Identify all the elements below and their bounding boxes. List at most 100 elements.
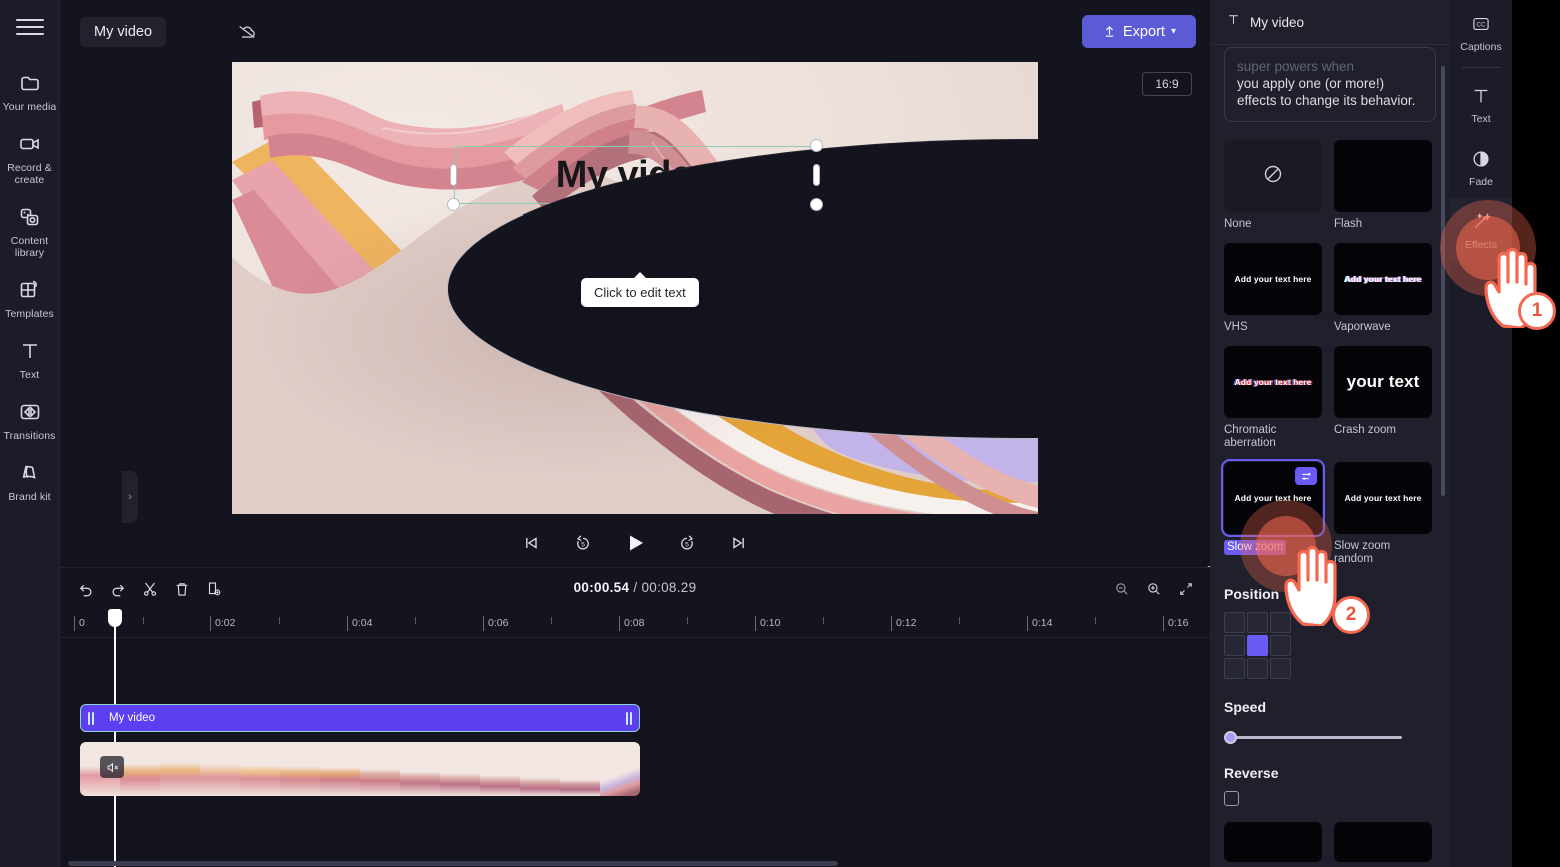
- collapse-left-panel-button[interactable]: ›: [122, 471, 138, 523]
- tab-label: Fade: [1469, 176, 1493, 188]
- properties-panel-scrollbar[interactable]: [1441, 66, 1445, 496]
- effect-thumbnail[interactable]: your text: [1334, 346, 1432, 418]
- position-cell-7[interactable]: [1247, 658, 1268, 679]
- position-cell-4[interactable]: [1247, 635, 1268, 656]
- position-cell-1[interactable]: [1247, 612, 1268, 633]
- sidebar-item-your-media[interactable]: Your media: [0, 60, 60, 121]
- position-cell-2[interactable]: [1270, 612, 1291, 633]
- export-button[interactable]: Export ▾: [1082, 15, 1196, 48]
- position-cell-0[interactable]: [1224, 612, 1245, 633]
- export-label: Export: [1123, 23, 1165, 40]
- no-effect-icon: [1261, 162, 1285, 191]
- playhead[interactable]: [108, 609, 122, 867]
- effect-thumbnail[interactable]: [1224, 140, 1322, 212]
- sidebar-item-text[interactable]: Text: [0, 328, 60, 389]
- clip-trim-handle-right[interactable]: [624, 709, 634, 727]
- sidebar-item-brand-kit[interactable]: Brand kit: [0, 450, 60, 511]
- effect-thumbnail[interactable]: Add your text here: [1334, 243, 1432, 315]
- skip-previous-icon[interactable]: [516, 528, 546, 558]
- resize-handle-bottom-right[interactable]: [810, 198, 823, 211]
- resize-handle-left[interactable]: [450, 164, 457, 186]
- skip-next-icon[interactable]: [724, 528, 754, 558]
- sidebar-item-label: Templates: [5, 308, 54, 320]
- effect-sample-text: your text: [1346, 372, 1420, 391]
- speed-slider[interactable]: [1224, 729, 1436, 745]
- sidebar-item-templates[interactable]: Templates: [0, 267, 60, 328]
- effect-item-vhs[interactable]: Add your text here VHS: [1224, 243, 1322, 334]
- resize-handle-right[interactable]: [813, 164, 820, 186]
- effect-thumbnail[interactable]: [1334, 140, 1432, 212]
- effect-item-vaporwave[interactable]: Add your text here Vaporwave: [1334, 243, 1432, 334]
- effect-thumbnail[interactable]: Add your text here: [1224, 243, 1322, 315]
- resize-handle-bottom-left[interactable]: [447, 198, 460, 211]
- effect-thumbnail[interactable]: [1224, 822, 1322, 862]
- effect-item-none[interactable]: None: [1224, 140, 1322, 231]
- ruler-tick: 0:12: [891, 616, 916, 631]
- effect-sample-text: Add your text here: [1234, 377, 1312, 387]
- video-camera-icon: [17, 131, 43, 157]
- templates-icon: [17, 277, 43, 303]
- reverse-checkbox[interactable]: [1224, 791, 1239, 806]
- page-right-edge: [1512, 0, 1560, 867]
- position-cell-5[interactable]: [1270, 635, 1291, 656]
- forward-5-icon[interactable]: 5: [672, 528, 702, 558]
- effects-grid: None Flash Add your text here VHS Add yo…: [1221, 140, 1436, 566]
- ruler-tick: 0:06: [483, 616, 508, 631]
- position-cell-6[interactable]: [1224, 658, 1245, 679]
- effect-thumbnail[interactable]: Add your text here: [1334, 462, 1432, 534]
- effect-label: Chromatic aberration: [1224, 424, 1277, 449]
- timeline-media-clip[interactable]: [80, 742, 640, 796]
- sidebar-item-label: Content library: [10, 235, 49, 259]
- tab-label: Captions: [1460, 41, 1502, 53]
- effect-label: Slow zoom random: [1334, 540, 1391, 565]
- effect-thumbnail[interactable]: Add your text here: [1224, 346, 1322, 418]
- ruler-tick: 0:08: [619, 616, 644, 631]
- timeline-toolbar: 00:00.54 / 00:08.29: [60, 568, 1210, 610]
- text-overlay-selection[interactable]: My video: [447, 139, 1038, 439]
- zoom-out-button[interactable]: [1108, 576, 1136, 602]
- tab-effects[interactable]: Effects: [1450, 198, 1512, 261]
- video-preview[interactable]: My video Click to edit text: [232, 62, 1038, 514]
- fit-to-screen-button[interactable]: [1172, 576, 1200, 602]
- cloud-off-icon[interactable]: [232, 20, 262, 44]
- sidebar-item-content-library[interactable]: Content library: [0, 194, 60, 267]
- sidebar-item-label: Transitions: [3, 430, 56, 442]
- timeline-ruler[interactable]: 0 0:02 0:04 0:06 0:08 0:10 0:12 0:14 0:1…: [60, 610, 1210, 638]
- project-name-field[interactable]: My video: [80, 17, 167, 47]
- effect-settings-icon[interactable]: [1295, 467, 1317, 485]
- tab-text[interactable]: Text: [1450, 72, 1512, 135]
- sidebar-item-record-create[interactable]: Record & create: [0, 121, 60, 194]
- position-grid[interactable]: [1224, 612, 1436, 679]
- clip-trim-handle-left[interactable]: [86, 709, 96, 727]
- sidebar-item-transitions[interactable]: Transitions: [0, 389, 60, 450]
- fade-circle-icon: [1470, 147, 1492, 171]
- play-button[interactable]: [620, 528, 650, 558]
- position-cell-3[interactable]: [1224, 635, 1245, 656]
- hamburger-menu-icon[interactable]: [15, 16, 44, 38]
- effect-item-chromatic-aberration[interactable]: Add your text here Chromatic aberration: [1224, 346, 1322, 450]
- chevron-down-icon: ▾: [1170, 26, 1176, 37]
- position-cell-8[interactable]: [1270, 658, 1291, 679]
- timeline-time-display: 00:00.54 / 00:08.29: [60, 580, 1210, 595]
- aspect-ratio-badge[interactable]: 16:9: [1142, 72, 1192, 96]
- effect-item-flash[interactable]: Flash: [1334, 140, 1432, 231]
- effect-item-slow-zoom[interactable]: Add your text here Slow zoom: [1221, 459, 1325, 566]
- effect-thumbnail[interactable]: Add your text here: [1221, 459, 1325, 537]
- resize-handle-top-right[interactable]: [810, 139, 823, 152]
- effect-thumbnail[interactable]: [1334, 822, 1432, 862]
- preview-stage: 16:9 My video Click to edit text 5 5 ›: [60, 62, 1268, 633]
- effect-item-crash-zoom[interactable]: your text Crash zoom: [1334, 346, 1432, 450]
- speaker-mute-icon[interactable]: [100, 756, 124, 778]
- properties-panel-body[interactable]: super powers when you apply one (or more…: [1210, 45, 1450, 867]
- ruler-tick: 0:02: [210, 616, 235, 631]
- folder-icon: [17, 70, 43, 96]
- speed-slider-knob[interactable]: [1224, 731, 1237, 744]
- timeline-text-clip[interactable]: My video: [80, 704, 640, 732]
- tab-captions[interactable]: CC Captions: [1450, 0, 1512, 63]
- tab-fade[interactable]: Fade: [1450, 135, 1512, 198]
- effect-item-slow-zoom-random[interactable]: Add your text here Slow zoom random: [1334, 462, 1432, 566]
- playback-controls: 5 5: [60, 520, 1210, 566]
- zoom-in-button[interactable]: [1140, 576, 1168, 602]
- replay-5-icon[interactable]: 5: [568, 528, 598, 558]
- timeline-horizontal-scrollbar[interactable]: [60, 860, 1210, 867]
